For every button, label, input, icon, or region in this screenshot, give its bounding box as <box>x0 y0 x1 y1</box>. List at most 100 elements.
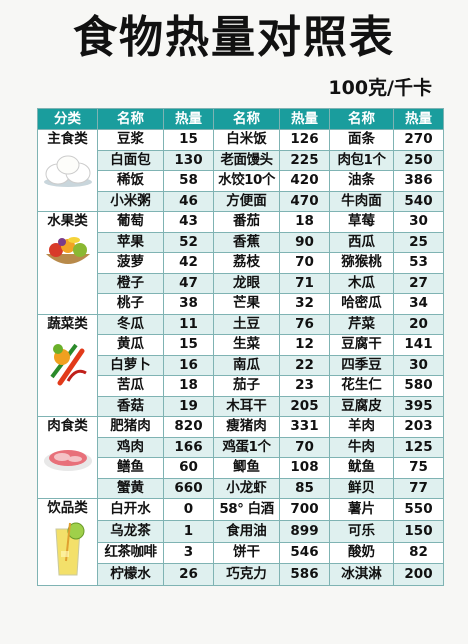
meat-platter-icon <box>39 439 97 479</box>
vegetables-icon <box>39 337 97 393</box>
food-name-cell: 香蕉 <box>213 231 280 253</box>
table-header-row: 分类 名称 热量 名称 热量 名称 热量 <box>37 108 444 130</box>
food-name-cell: 白开水 <box>97 498 164 521</box>
calorie-value-cell: 38 <box>163 293 214 315</box>
calorie-value-cell: 26 <box>163 563 214 586</box>
category-cell: 肉食类 <box>37 416 98 499</box>
calorie-value-cell: 225 <box>279 149 330 171</box>
table-row: 鸡肉 166 鸡蛋1个 70 牛肉 125 <box>38 436 444 458</box>
calorie-value-cell: 420 <box>279 170 330 192</box>
table-row: 稀饭 58 水饺10个 420 油条 386 <box>38 170 444 192</box>
table-row: 白萝卜 16 南瓜 22 四季豆 30 <box>38 354 444 376</box>
food-name-cell: 花生仁 <box>329 375 394 397</box>
header-calorie-1: 热量 <box>163 108 214 130</box>
food-name-cell: 小龙虾 <box>213 477 280 499</box>
calorie-value-cell: 19 <box>163 395 214 417</box>
food-name-cell: 豆腐干 <box>329 334 394 356</box>
food-name-cell: 老面馒头 <box>213 149 280 171</box>
calorie-value-cell: 166 <box>163 436 214 458</box>
food-name-cell: 木耳干 <box>213 395 280 417</box>
calorie-value-cell: 130 <box>163 149 214 171</box>
header-calorie-3: 热量 <box>393 108 444 130</box>
category-cell: 饮品类 <box>37 498 98 586</box>
calorie-value-cell: 11 <box>163 313 214 335</box>
calorie-value-cell: 470 <box>279 190 330 212</box>
food-name-cell: 苦瓜 <box>97 375 164 397</box>
food-name-cell: 豆腐皮 <box>329 395 394 417</box>
calorie-value-cell: 76 <box>279 313 330 335</box>
food-name-cell: 番茄 <box>213 211 280 233</box>
table-row: 橙子 47 龙眼 71 木瓜 27 <box>38 272 444 294</box>
category-cell: 主食类 <box>37 129 98 212</box>
calorie-value-cell: 32 <box>279 293 330 315</box>
food-name-cell: 鸡蛋1个 <box>213 436 280 458</box>
calorie-value-cell: 20 <box>393 313 444 335</box>
food-name-cell: 土豆 <box>213 313 280 335</box>
calorie-value-cell: 126 <box>279 129 330 151</box>
calorie-value-cell: 90 <box>279 231 330 253</box>
header-category: 分类 <box>37 108 98 130</box>
food-name-cell: 牛肉 <box>329 436 394 458</box>
food-name-cell: 黄瓜 <box>97 334 164 356</box>
table-row: 蔬菜类 冬瓜 11 土豆 76 芹菜 20 <box>37 313 444 417</box>
food-name-cell: 蟹黄 <box>97 477 164 499</box>
calorie-table: 分类 名称 热量 名称 热量 名称 热量 主食类 豆浆 15 白米饭 126 面条 270 白… <box>37 108 444 586</box>
food-name-cell: 龙眼 <box>213 272 280 294</box>
table-row: 肉食类 肥猪肉 820 瘦猪肉 331 羊肉 203 <box>37 416 444 499</box>
calorie-value-cell: 820 <box>163 416 214 438</box>
juice-glass-icon <box>39 521 97 585</box>
table-row: 香菇 19 木耳干 205 豆腐皮 395 <box>38 395 444 417</box>
food-name-cell: 薯片 <box>329 498 394 521</box>
calorie-value-cell: 108 <box>279 457 330 479</box>
food-name-cell: 四季豆 <box>329 354 394 376</box>
table-row: 主食类 豆浆 15 白米饭 126 面条 270 <box>37 129 444 212</box>
food-name-cell: 芹菜 <box>329 313 394 335</box>
header-name-1: 名称 <box>97 108 164 130</box>
food-name-cell: 小米粥 <box>97 190 164 212</box>
category-label: 水果类 <box>47 213 88 229</box>
table-row: 桃子 38 芒果 32 哈密瓜 34 <box>38 293 444 315</box>
calorie-value-cell: 0 <box>163 498 214 521</box>
steamed-bun-icon <box>39 152 97 194</box>
food-name-cell: 猕猴桃 <box>329 252 394 274</box>
food-name-cell: 苹果 <box>97 231 164 253</box>
table-row: 柠檬水 26 巧克力 586 冰淇淋 200 <box>38 563 444 586</box>
calorie-chart-page: 食物热量对照表 100克/千卡 分类 名称 热量 名称 热量 名称 热量 主食类… <box>0 0 468 644</box>
calorie-value-cell: 3 <box>163 541 214 565</box>
table-row: 黄瓜 15 生菜 12 豆腐干 141 <box>38 334 444 356</box>
food-name-cell: 牛肉面 <box>329 190 394 212</box>
food-name-cell: 芒果 <box>213 293 280 315</box>
calorie-value-cell: 42 <box>163 252 214 274</box>
calorie-value-cell: 580 <box>393 375 444 397</box>
page-title: 食物热量对照表 <box>73 12 395 63</box>
calorie-value-cell: 550 <box>393 498 444 521</box>
calorie-value-cell: 12 <box>279 334 330 356</box>
food-name-cell: 乌龙茶 <box>97 519 164 543</box>
table-row: 蟹黄 660 小龙虾 85 鲜贝 77 <box>38 477 444 499</box>
header-name-3: 名称 <box>329 108 394 130</box>
calorie-value-cell: 75 <box>393 457 444 479</box>
food-name-cell: 生菜 <box>213 334 280 356</box>
table-row: 小米粥 46 方便面 470 牛肉面 540 <box>38 190 444 212</box>
calorie-value-cell: 46 <box>163 190 214 212</box>
calorie-value-cell: 125 <box>393 436 444 458</box>
food-name-cell: 羊肉 <box>329 416 394 438</box>
food-name-cell: 白面包 <box>97 149 164 171</box>
calorie-value-cell: 386 <box>393 170 444 192</box>
header-name-2: 名称 <box>213 108 280 130</box>
calorie-value-cell: 18 <box>279 211 330 233</box>
calorie-value-cell: 546 <box>279 541 330 565</box>
calorie-value-cell: 43 <box>163 211 214 233</box>
calorie-value-cell: 1 <box>163 519 214 543</box>
calorie-value-cell: 15 <box>163 129 214 151</box>
food-name-cell: 油条 <box>329 170 394 192</box>
calorie-value-cell: 700 <box>279 498 330 521</box>
food-name-cell: 鸡肉 <box>97 436 164 458</box>
unit-label: 100克/千卡 <box>328 77 432 99</box>
table-row: 菠萝 42 荔枝 70 猕猴桃 53 <box>38 252 444 274</box>
food-name-cell: 西瓜 <box>329 231 394 253</box>
category-label: 饮品类 <box>47 500 88 516</box>
header-calorie-2: 热量 <box>279 108 330 130</box>
food-name-cell: 哈密瓜 <box>329 293 394 315</box>
table-row: 白面包 130 老面馒头 225 肉包1个 250 <box>38 149 444 171</box>
